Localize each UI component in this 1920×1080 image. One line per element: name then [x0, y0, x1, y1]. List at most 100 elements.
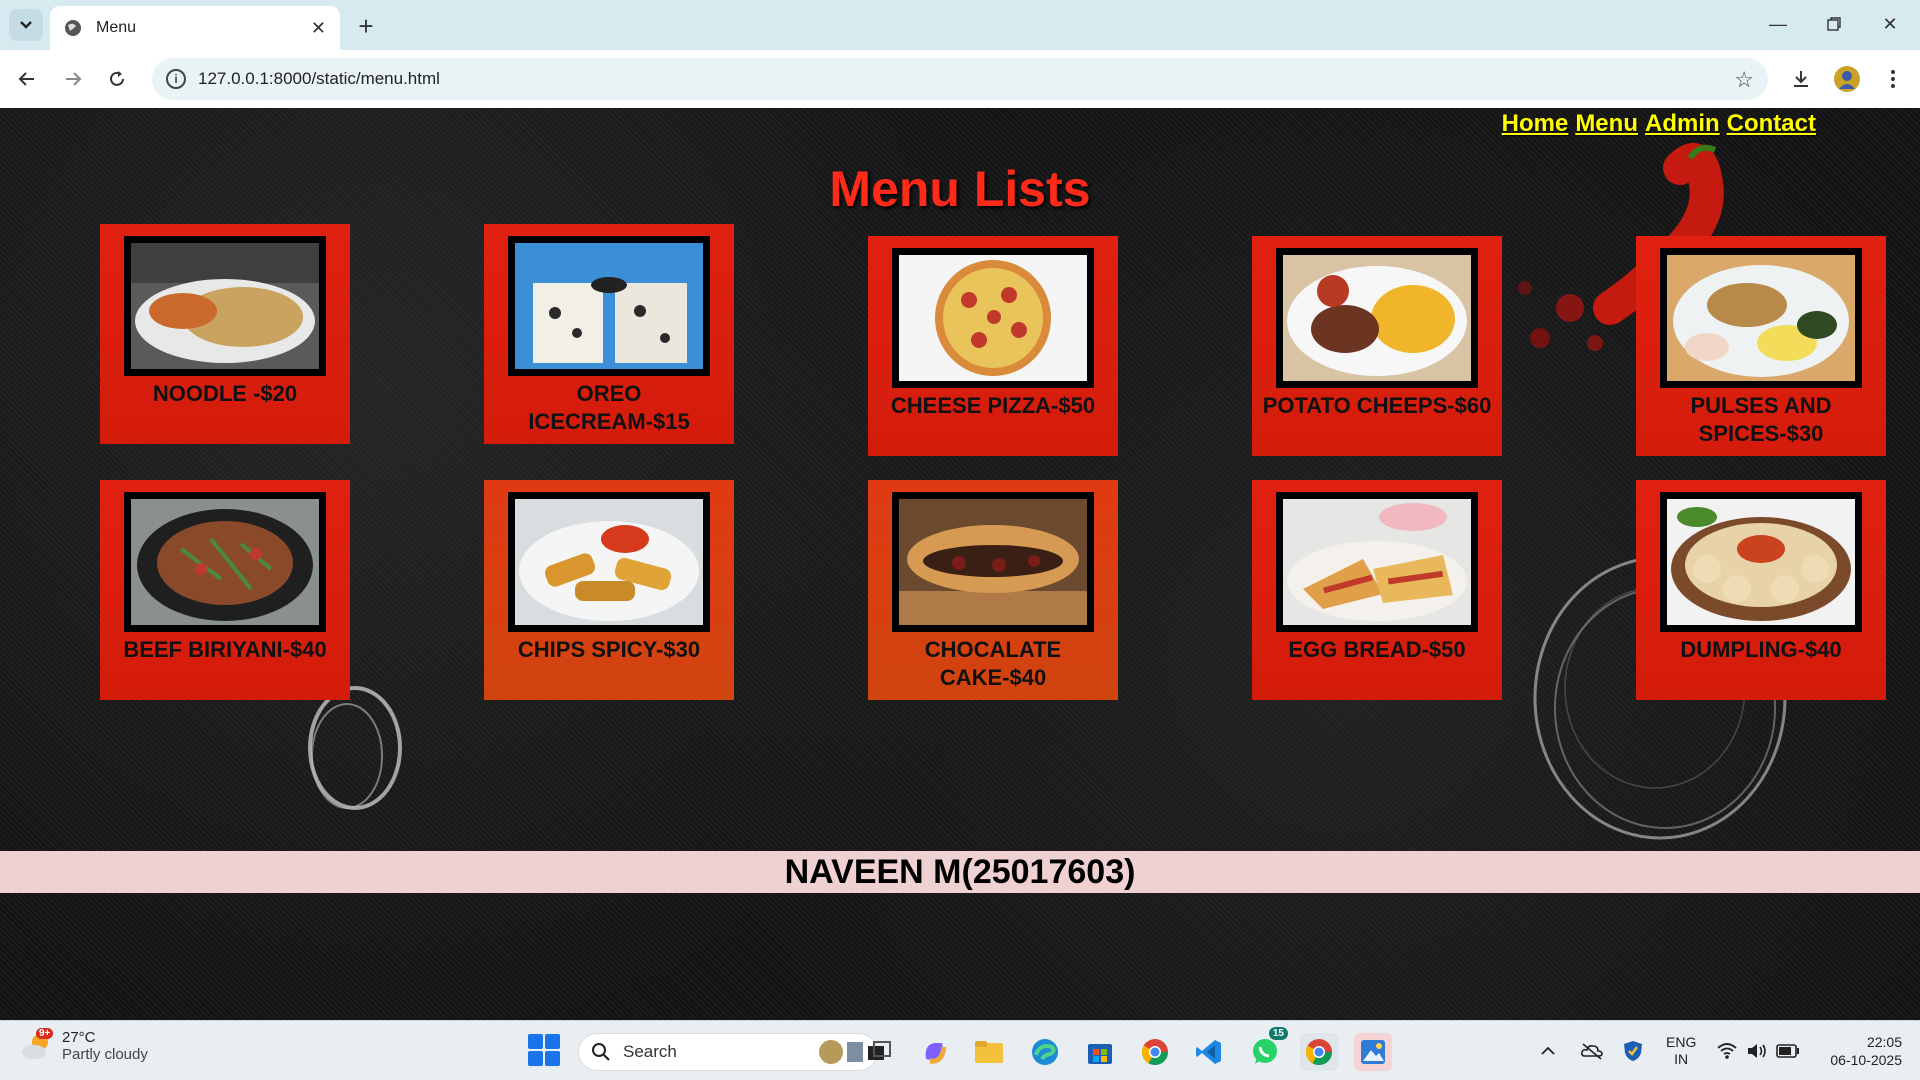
taskbar-search[interactable]: Search — [578, 1033, 878, 1071]
food-image-frame — [1276, 492, 1478, 632]
store-icon — [1088, 1044, 1112, 1064]
chrome-active-app[interactable] — [1300, 1033, 1338, 1071]
menu-card-chocalate-cake[interactable]: CHOCALATE CAKE-$40 — [868, 480, 1118, 700]
menu-card-cheese-pizza[interactable]: CHEESE PIZZA-$50 — [868, 236, 1118, 456]
menu-card-pulses-spices[interactable]: PULSES AND SPICES-$30 — [1636, 236, 1886, 456]
tab-title: Menu — [96, 19, 137, 36]
weather-widget[interactable]: 9+ 27°C Partly cloudy — [20, 1028, 148, 1063]
photos-icon — [1361, 1040, 1385, 1064]
globe-icon — [65, 20, 81, 36]
tab-search-button[interactable] — [9, 9, 43, 41]
profile-avatar[interactable] — [1830, 62, 1864, 96]
browser-tabstrip: Menu ✕ + — ✕ — [0, 0, 1920, 50]
menu-card-chips-spicy[interactable]: CHIPS SPICY-$30 — [484, 480, 734, 700]
top-navigation: Home Menu Admin Contact — [1502, 110, 1816, 138]
language-indicator[interactable]: ENG IN — [1666, 1021, 1696, 1080]
reload-icon — [110, 71, 124, 86]
nav-link-admin[interactable]: Admin — [1645, 110, 1720, 138]
menu-item-name: DUMPLING-$40 — [1680, 637, 1842, 662]
downloads-button[interactable] — [1784, 62, 1818, 96]
chrome-icon — [1141, 1039, 1169, 1066]
menu-card-oreo-icecream[interactable]: OREO ICECREAM-$15 — [484, 224, 734, 444]
edge-icon — [1032, 1039, 1058, 1065]
weather-condition: Partly cloudy — [62, 1046, 148, 1063]
address-bar[interactable]: i 127.0.0.1:8000/static/menu.html ☆ — [152, 58, 1768, 100]
security-tray-icon[interactable] — [1622, 1021, 1644, 1080]
nav-link-contact[interactable]: Contact — [1727, 110, 1816, 138]
bookmark-star-icon[interactable]: ☆ — [1734, 67, 1754, 93]
chocalate-cake-image — [899, 499, 1087, 625]
chrome-icon — [1305, 1039, 1333, 1066]
folder-icon — [975, 1041, 1003, 1063]
start-button[interactable] — [528, 1034, 560, 1066]
arrow-left-icon — [18, 72, 34, 86]
file-explorer-app[interactable] — [970, 1033, 1008, 1071]
battery-icon — [1776, 1044, 1799, 1058]
network-tray-icon[interactable] — [1716, 1021, 1738, 1080]
food-image-frame — [892, 492, 1094, 632]
battery-tray-icon[interactable] — [1776, 1021, 1800, 1080]
menu-item-name: PULSES AND SPICES-$30 — [1690, 393, 1832, 446]
minimize-button[interactable]: — — [1758, 8, 1798, 40]
footer-author: NAVEEN M(25017603) — [784, 852, 1136, 891]
forward-button[interactable] — [56, 62, 90, 96]
onedrive-tray-icon[interactable] — [1580, 1021, 1604, 1080]
avatar-icon — [1834, 66, 1860, 92]
weather-temperature: 27°C — [62, 1029, 96, 1046]
site-info-icon[interactable]: i — [166, 69, 186, 89]
show-hidden-icons-button[interactable] — [1540, 1021, 1556, 1080]
menu-item-name: CHIPS SPICY-$30 — [517, 637, 701, 662]
copilot-app[interactable] — [916, 1033, 954, 1071]
browser-tab[interactable]: Menu ✕ — [50, 6, 340, 50]
whatsapp-unread-badge: 15 — [1268, 1027, 1288, 1040]
restore-button[interactable] — [1814, 8, 1854, 40]
chrome-app[interactable] — [1136, 1033, 1174, 1071]
whatsapp-icon — [1253, 1039, 1277, 1064]
menu-card-potato-cheeps[interactable]: POTATO CHEEPS-$60 — [1252, 236, 1502, 456]
microsoft-store-app[interactable] — [1081, 1033, 1119, 1071]
dumpling-image — [1667, 499, 1855, 625]
language-code: ENG — [1666, 1034, 1697, 1050]
menu-page: Home Menu Admin Contact Menu Lists NOODL… — [0, 108, 1920, 1020]
vscode-app[interactable] — [1190, 1033, 1228, 1071]
clock-date: 06-10-2025 — [1830, 1052, 1902, 1068]
nav-link-home[interactable]: Home — [1502, 110, 1569, 138]
clock-widget[interactable]: 22:05 06-10-2025 — [1814, 1021, 1902, 1080]
edge-app[interactable] — [1026, 1033, 1064, 1071]
download-icon — [1794, 71, 1808, 87]
menu-item-name: OREO ICECREAM-$15 — [528, 381, 690, 434]
weather-alert-badge: 9+ — [36, 1028, 54, 1039]
food-image-frame — [124, 236, 326, 376]
wifi-icon — [1717, 1043, 1737, 1059]
new-tab-button[interactable]: + — [350, 10, 382, 42]
menu-card-egg-bread[interactable]: EGG BREAD-$50 — [1252, 480, 1502, 700]
menu-card-beef-biriyani[interactable]: BEEF BIRIYANI-$40 — [100, 480, 350, 700]
food-image-frame — [1660, 492, 1862, 632]
food-image-frame — [1660, 248, 1862, 388]
oreo-icecream-image — [515, 243, 703, 369]
volume-tray-icon[interactable] — [1746, 1021, 1768, 1080]
photos-app[interactable] — [1354, 1033, 1392, 1071]
menu-card-dumpling[interactable]: DUMPLING-$40 — [1636, 480, 1886, 700]
menu-item-name: EGG BREAD-$50 — [1288, 637, 1466, 662]
potato-cheeps-image — [1283, 255, 1471, 381]
nav-link-menu[interactable]: Menu — [1575, 110, 1638, 138]
restore-icon — [1827, 17, 1841, 31]
chevron-down-icon — [20, 21, 32, 29]
food-image-frame — [508, 236, 710, 376]
reload-button[interactable] — [100, 62, 134, 96]
close-window-button[interactable]: ✕ — [1870, 8, 1910, 40]
menu-item-name: BEEF BIRIYANI-$40 — [123, 637, 327, 662]
browser-menu-button[interactable] — [1876, 62, 1910, 96]
food-image-frame — [124, 492, 326, 632]
task-view-button[interactable] — [860, 1033, 898, 1071]
whatsapp-app[interactable]: 15 — [1246, 1027, 1288, 1071]
beef-biriyani-image — [131, 499, 319, 625]
noodle-image — [131, 243, 319, 369]
menu-card-noodle[interactable]: NOODLE -$20 — [100, 224, 350, 444]
close-tab-icon[interactable]: ✕ — [311, 18, 326, 39]
footer-bar: NAVEEN M(25017603) — [0, 851, 1920, 893]
url-text: 127.0.0.1:8000/static/menu.html — [198, 69, 440, 88]
taskbar-search-placeholder: Search — [623, 1042, 677, 1061]
back-button[interactable] — [10, 62, 44, 96]
